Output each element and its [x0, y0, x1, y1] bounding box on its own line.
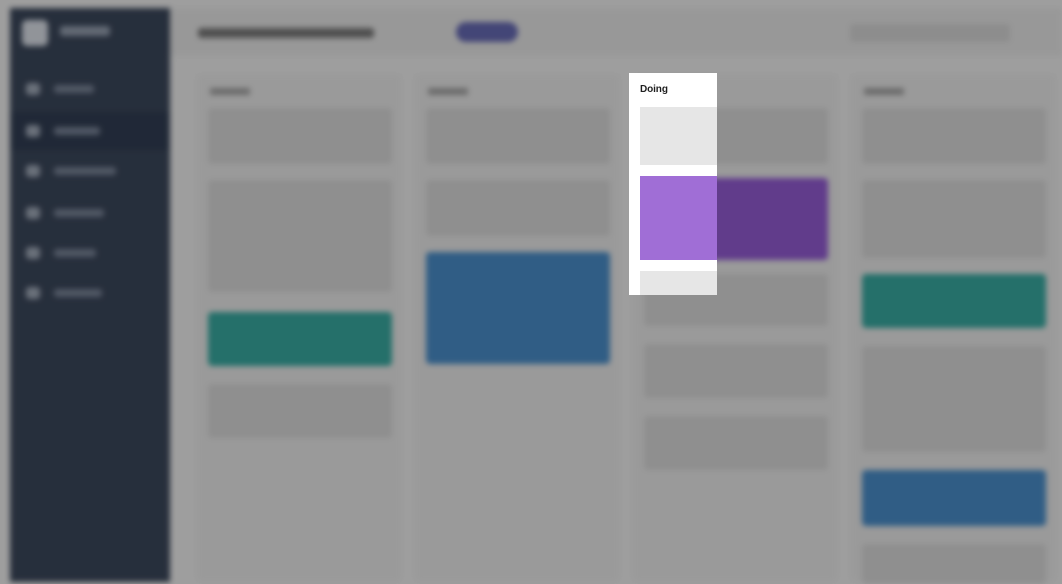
screen: Doing [0, 0, 1062, 584]
task-card[interactable] [640, 271, 717, 295]
task-card[interactable] [640, 107, 717, 165]
task-card-purple[interactable] [640, 176, 717, 260]
column-title: Doing [640, 84, 668, 95]
focused-column-doing[interactable]: Doing [629, 73, 717, 295]
dim-overlay [0, 0, 1062, 584]
